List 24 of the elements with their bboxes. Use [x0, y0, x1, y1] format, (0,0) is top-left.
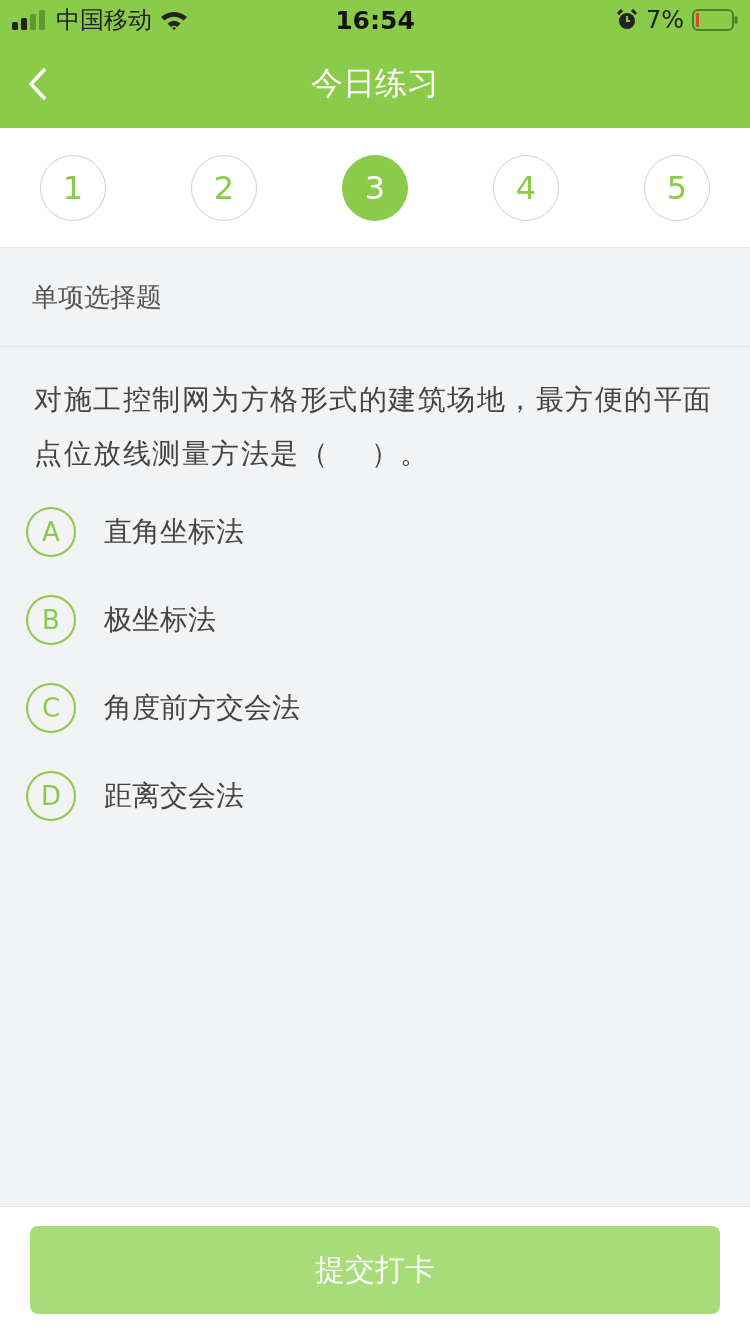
signal-icon: [12, 10, 48, 30]
option-letter[interactable]: B: [26, 595, 76, 645]
option-letter[interactable]: D: [26, 771, 76, 821]
option-letter[interactable]: C: [26, 683, 76, 733]
carrier-name: 中国移动: [56, 5, 152, 36]
page-title: 今日练习: [311, 63, 439, 104]
option-text[interactable]: 极坐标法: [104, 601, 216, 639]
option-letter[interactable]: A: [26, 507, 76, 557]
back-icon[interactable]: [28, 67, 48, 101]
question-text: 对施工控制网为方格形式的建筑场地，最方便的平面点位放线测量方法是（ ）。: [33, 382, 714, 472]
battery-percent: 7%: [645, 6, 684, 34]
question-number[interactable]: 2: [191, 154, 257, 221]
option-text[interactable]: 角度前方交会法: [104, 689, 300, 727]
option-text[interactable]: 距离交会法: [104, 777, 244, 815]
question-type: 单项选择题: [32, 280, 162, 314]
option-text[interactable]: 直角坐标法: [104, 513, 244, 551]
question-number[interactable]: 3: [342, 154, 408, 221]
wifi-icon: [160, 10, 188, 30]
question-number[interactable]: 1: [40, 154, 106, 221]
question-number[interactable]: 5: [644, 154, 710, 221]
battery-icon: [692, 9, 738, 31]
alarm-icon: [615, 9, 638, 31]
status-time: 16:54: [335, 5, 415, 35]
question-number[interactable]: 4: [493, 154, 559, 221]
